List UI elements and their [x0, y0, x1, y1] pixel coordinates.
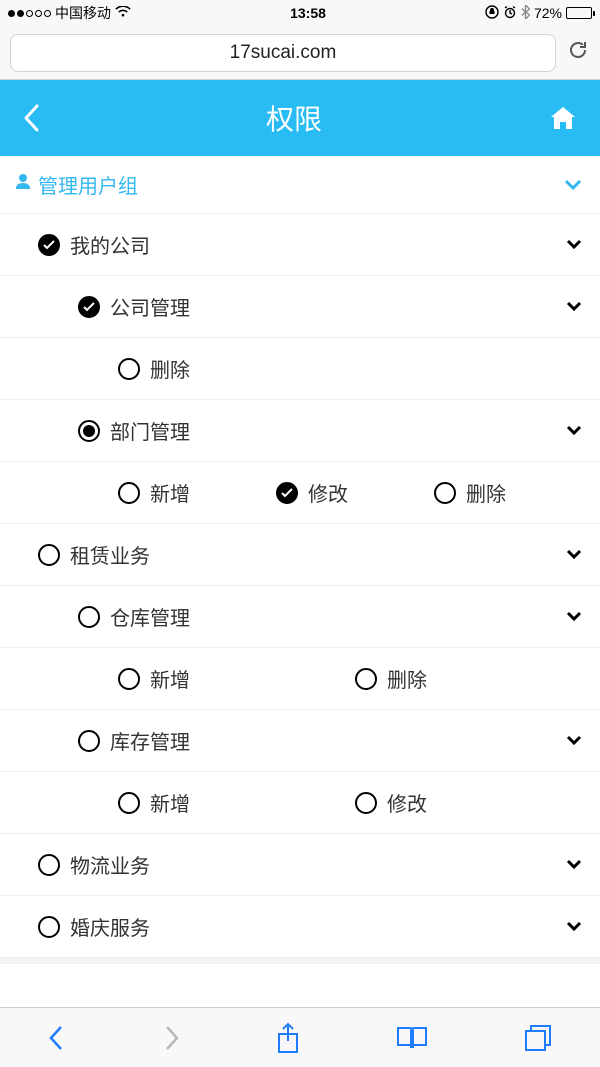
group-label: 管理用户组	[38, 170, 138, 199]
option-label: 新增	[150, 478, 190, 507]
option-row: 删除	[0, 338, 600, 400]
bookmarks-button[interactable]	[395, 1025, 429, 1051]
tabs-button[interactable]	[523, 1023, 553, 1053]
chevron-down-icon	[566, 859, 582, 870]
tree-node-logistics[interactable]: 物流业务	[0, 834, 600, 896]
tree-node-company-mgmt[interactable]: 公司管理	[0, 276, 600, 338]
option-label: 新增	[150, 664, 190, 693]
node-label: 租赁业务	[70, 540, 150, 569]
tree-node-my-company[interactable]: 我的公司	[0, 214, 600, 276]
option-label: 新增	[150, 788, 190, 817]
alarm-icon	[503, 5, 517, 22]
checkbox-empty-icon[interactable]	[355, 792, 377, 814]
option-label: 修改	[387, 788, 427, 817]
share-button[interactable]	[275, 1022, 301, 1054]
checkbox-empty-icon[interactable]	[38, 854, 60, 876]
node-label: 物流业务	[70, 850, 150, 879]
orientation-lock-icon	[485, 5, 499, 22]
carrier-label: 中国移动	[55, 3, 111, 23]
option-label: 修改	[308, 478, 348, 507]
checkbox-empty-icon[interactable]	[355, 668, 377, 690]
nav-back-button[interactable]	[47, 1023, 67, 1053]
safari-toolbar	[0, 1007, 600, 1067]
chevron-down-icon	[566, 611, 582, 622]
option-row: 新增 修改 删除	[0, 462, 600, 524]
ios-status-bar: 中国移动 13:58 72%	[0, 0, 600, 26]
spacer	[0, 958, 600, 964]
option-row: 新增 删除	[0, 648, 600, 710]
checkbox-empty-icon[interactable]	[38, 544, 60, 566]
node-label: 库存管理	[110, 726, 190, 755]
tree-node-warehouse[interactable]: 仓库管理	[0, 586, 600, 648]
node-label: 部门管理	[110, 416, 190, 445]
option-label: 删除	[150, 354, 190, 383]
back-button[interactable]	[22, 103, 40, 133]
chevron-down-icon	[566, 549, 582, 560]
safari-address-bar: 17sucai.com	[0, 26, 600, 80]
url-field[interactable]: 17sucai.com	[10, 34, 556, 72]
signal-dots-icon	[8, 10, 51, 17]
checkbox-partial-icon[interactable]	[78, 420, 100, 442]
checkbox-checked-icon[interactable]	[38, 234, 60, 256]
checkbox-empty-icon[interactable]	[118, 358, 140, 380]
checkbox-empty-icon[interactable]	[38, 916, 60, 938]
checkbox-checked-icon[interactable]	[276, 482, 298, 504]
nav-forward-button	[161, 1023, 181, 1053]
tree-node-dept-mgmt[interactable]: 部门管理	[0, 400, 600, 462]
option-row: 新增 修改	[0, 772, 600, 834]
battery-pct-label: 72%	[534, 5, 562, 21]
wifi-icon	[115, 5, 131, 21]
reload-icon[interactable]	[566, 38, 590, 67]
chevron-down-icon	[566, 735, 582, 746]
checkbox-empty-icon[interactable]	[118, 668, 140, 690]
home-button[interactable]	[548, 104, 578, 132]
chevron-down-icon	[566, 239, 582, 250]
option-label: 删除	[387, 664, 427, 693]
chevron-down-icon	[564, 179, 582, 191]
node-label: 公司管理	[110, 292, 190, 321]
checkbox-empty-icon[interactable]	[118, 482, 140, 504]
checkbox-empty-icon[interactable]	[118, 792, 140, 814]
page-title: 权限	[266, 98, 322, 138]
node-label: 婚庆服务	[70, 912, 150, 941]
tree-node-wedding[interactable]: 婚庆服务	[0, 896, 600, 958]
battery-icon	[566, 7, 592, 19]
app-header: 权限	[0, 80, 600, 156]
checkbox-checked-icon[interactable]	[78, 296, 100, 318]
node-label: 仓库管理	[110, 602, 190, 631]
clock-label: 13:58	[131, 5, 485, 21]
bluetooth-icon	[521, 5, 530, 22]
checkbox-empty-icon[interactable]	[78, 606, 100, 628]
tree-node-rental[interactable]: 租赁业务	[0, 524, 600, 586]
checkbox-empty-icon[interactable]	[434, 482, 456, 504]
chevron-down-icon	[566, 301, 582, 312]
tree-node-stock[interactable]: 库存管理	[0, 710, 600, 772]
user-icon	[14, 173, 32, 197]
chevron-down-icon	[566, 425, 582, 436]
option-label: 删除	[466, 478, 506, 507]
chevron-down-icon	[566, 921, 582, 932]
group-header[interactable]: 管理用户组	[0, 156, 600, 214]
node-label: 我的公司	[70, 230, 150, 259]
checkbox-empty-icon[interactable]	[78, 730, 100, 752]
